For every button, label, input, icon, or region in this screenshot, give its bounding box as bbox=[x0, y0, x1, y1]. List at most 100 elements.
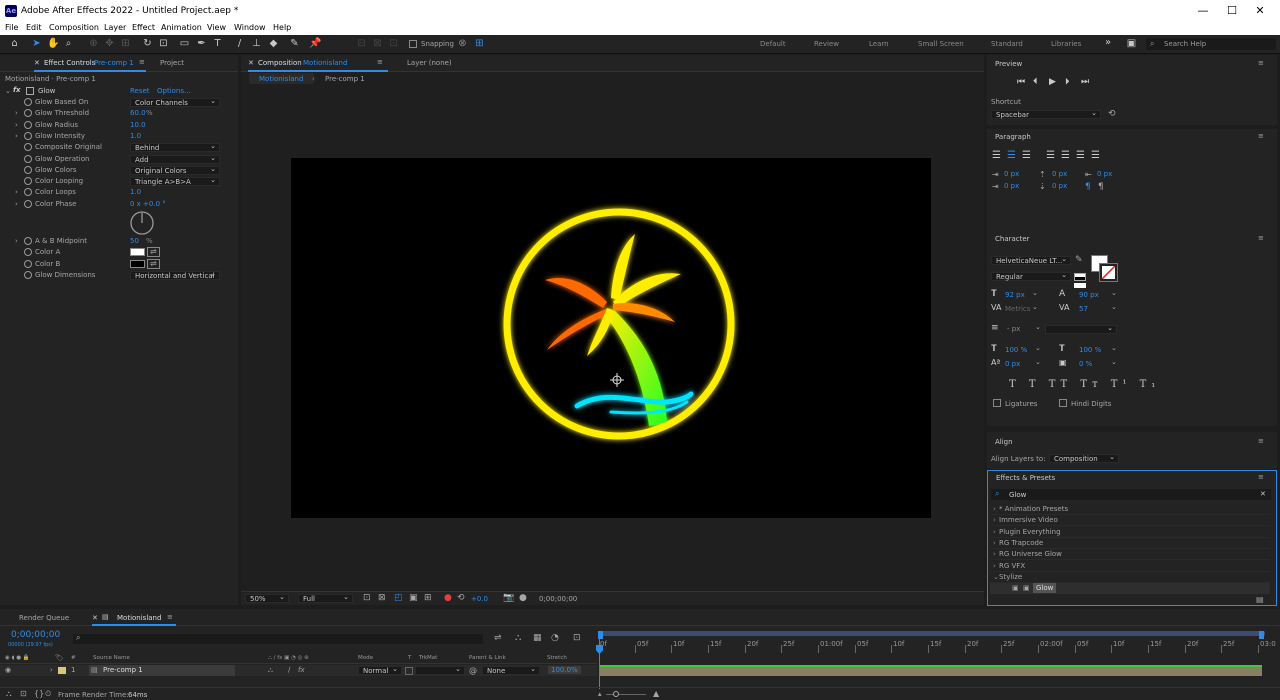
no-fill-icon[interactable] bbox=[1074, 283, 1086, 288]
pan-behind-tool-icon[interactable]: ⊡ bbox=[158, 38, 169, 49]
paragraph-menu-icon[interactable]: ≡ bbox=[1258, 132, 1264, 140]
font-style-dropdown[interactable]: Regular bbox=[991, 271, 1071, 281]
work-area-bar[interactable] bbox=[598, 631, 1265, 636]
tab-effect-controls-target[interactable]: Pre-comp 1 bbox=[94, 59, 134, 67]
tracking-chevron-icon[interactable]: ⌄ bbox=[1111, 303, 1117, 311]
first-frame-icon[interactable]: ⏮ bbox=[1017, 77, 1025, 87]
menu-view[interactable]: View bbox=[207, 23, 226, 32]
pick-whip-icon[interactable]: @ bbox=[469, 666, 477, 675]
character-menu-icon[interactable]: ≡ bbox=[1258, 234, 1264, 242]
timeline-zoom-slider[interactable] bbox=[606, 694, 646, 695]
time-ruler[interactable]: 0f 05f 10f 15f 20f 25f 01:00f 05f 10f 15f 20f 25f 02… bbox=[598, 637, 1276, 654]
color-swatch[interactable] bbox=[130, 248, 145, 257]
options-link[interactable]: Options... bbox=[157, 87, 191, 95]
horizontal-scale-value[interactable]: 100 % bbox=[1079, 346, 1101, 354]
effects-tree-item[interactable]: › Plugin Everything bbox=[990, 527, 1270, 538]
expand-chevron-icon[interactable]: › bbox=[15, 121, 18, 129]
expand-chevron-icon[interactable]: › bbox=[15, 188, 18, 196]
tree-chevron-icon[interactable]: › bbox=[993, 516, 996, 524]
close-timeline-tab-icon[interactable]: ✕ bbox=[92, 614, 98, 622]
help-search-box[interactable]: ⌕ Search Help bbox=[1146, 38, 1276, 50]
snapping-checkbox[interactable] bbox=[409, 40, 417, 48]
stopwatch-icon[interactable] bbox=[24, 131, 32, 140]
composition-canvas[interactable] bbox=[291, 158, 931, 518]
comp-panel-menu-icon[interactable]: ≡ bbox=[377, 58, 383, 66]
home-icon[interactable]: ⌂ bbox=[9, 38, 20, 49]
menu-help[interactable]: Help bbox=[273, 23, 291, 32]
close-comp-tab-icon[interactable]: ✕ bbox=[248, 59, 254, 67]
workspace-standard[interactable]: Standard bbox=[991, 40, 1023, 48]
layer-expand-chevron-icon[interactable]: › bbox=[50, 666, 53, 674]
channel-rgb-icon[interactable]: ● bbox=[444, 593, 452, 603]
shy-layers-icon[interactable]: ⛬ bbox=[515, 633, 521, 643]
leading-value[interactable]: 90 px bbox=[1079, 291, 1099, 299]
tab-effect-controls[interactable]: Effect Controls bbox=[44, 59, 95, 67]
property-dropdown[interactable]: Original Colors bbox=[130, 165, 220, 175]
tsume-chevron-icon[interactable]: ⌄ bbox=[1111, 358, 1117, 366]
comp-flowchart-icon[interactable]: ⇌ bbox=[494, 633, 502, 643]
roto-brush-tool-icon[interactable]: ✎ bbox=[289, 38, 300, 49]
resolution-dropdown[interactable]: Full bbox=[298, 593, 353, 603]
property-dropdown[interactable]: Behind bbox=[130, 142, 220, 153]
font-size-value[interactable]: 92 px bbox=[1005, 291, 1025, 299]
props-row[interactable]: › Glow Intensity 1.0 bbox=[0, 131, 238, 142]
menu-layer[interactable]: Layer bbox=[104, 23, 126, 32]
property-dropdown[interactable]: Add bbox=[130, 154, 220, 164]
property-value[interactable]: 10.0 bbox=[130, 121, 146, 129]
snap-to-features-icon[interactable]: ⊞ bbox=[474, 38, 485, 49]
expand-chevron-icon[interactable]: › bbox=[15, 109, 18, 117]
font-family-dropdown[interactable]: HelveticaNeue LT... bbox=[991, 255, 1071, 265]
comp-timecode[interactable]: 0;00;00;00 bbox=[539, 595, 577, 603]
fx-icon[interactable]: fx bbox=[13, 86, 21, 94]
maximize-button[interactable]: ☐ bbox=[1225, 4, 1239, 17]
stopwatch-icon[interactable] bbox=[24, 248, 32, 257]
property-value[interactable]: 1.0 bbox=[130, 188, 141, 196]
expand-chevron-icon[interactable]: › bbox=[15, 237, 18, 245]
source-name-header[interactable]: Source Name bbox=[93, 655, 130, 661]
expand-chevron-icon[interactable]: › bbox=[15, 200, 18, 208]
property-value[interactable]: 50 bbox=[130, 237, 139, 245]
color-swatch[interactable] bbox=[130, 259, 145, 268]
av-switch-header-icon[interactable]: ◉ ◖ ● 🔒 bbox=[5, 655, 30, 661]
pen-tool-icon[interactable]: ✒ bbox=[196, 38, 207, 49]
reset-exposure-icon[interactable]: ⟲ bbox=[457, 593, 465, 603]
shy-switch-icon[interactable]: ⛬ bbox=[268, 666, 273, 675]
props2-row[interactable]: Color B ⇌ bbox=[0, 258, 238, 270]
indent-right-value[interactable]: 0 px bbox=[1097, 170, 1112, 178]
timeline-zoom-handle[interactable] bbox=[613, 691, 619, 697]
stopwatch-icon[interactable] bbox=[24, 237, 32, 245]
tab-project[interactable]: Project bbox=[160, 59, 184, 67]
tree-chevron-icon[interactable]: › bbox=[993, 539, 996, 547]
workspace-review[interactable]: Review bbox=[814, 40, 839, 48]
props-row[interactable]: Composite Original Behind bbox=[0, 142, 238, 153]
transparency-grid-icon[interactable]: ⊠ bbox=[378, 593, 386, 603]
color-eyedropper-icon[interactable]: ⇌ bbox=[147, 247, 160, 258]
snap-to-edges-icon[interactable]: ⊗ bbox=[457, 38, 468, 49]
layer-label-color[interactable] bbox=[58, 667, 66, 674]
tracking-value[interactable]: 57 bbox=[1079, 305, 1088, 313]
last-frame-icon[interactable]: ⏭ bbox=[1081, 77, 1089, 87]
tab-layer[interactable]: Layer (none) bbox=[407, 59, 452, 67]
graph-editor-icon[interactable]: ⊡ bbox=[573, 633, 581, 643]
previous-frame-icon[interactable]: ⏴ bbox=[1033, 77, 1038, 87]
tree-chevron-icon[interactable]: › bbox=[993, 528, 996, 536]
effects-presets-menu-icon[interactable]: ≡ bbox=[1258, 473, 1264, 481]
comp-breadcrumb-precomp[interactable]: Pre-comp 1 bbox=[325, 75, 365, 83]
effects-search-input[interactable]: Glow bbox=[1009, 491, 1026, 499]
type-tool-icon[interactable]: T bbox=[212, 38, 223, 49]
zoom-in-icon[interactable]: ▲ bbox=[653, 689, 659, 698]
panel-menu-icon[interactable]: ≡ bbox=[139, 58, 145, 66]
workspace-learn[interactable]: Learn bbox=[869, 40, 889, 48]
stretch-value[interactable]: 100.0% bbox=[548, 666, 581, 674]
stopwatch-icon[interactable] bbox=[24, 143, 32, 152]
zoom-out-icon[interactable]: ▴ bbox=[598, 690, 602, 698]
toggle-in-out-icon[interactable]: {} bbox=[34, 689, 44, 698]
vertical-scale-chevron-icon[interactable]: ⌄ bbox=[1035, 344, 1041, 352]
close-tab-icon[interactable]: ✕ bbox=[34, 59, 40, 67]
stroke-style-dropdown[interactable] bbox=[1045, 324, 1117, 334]
trkmat-dropdown[interactable] bbox=[415, 665, 465, 675]
props2-row[interactable]: Color A ⇌ bbox=[0, 247, 238, 258]
stopwatch-icon[interactable] bbox=[24, 188, 32, 197]
rotation-tool-icon[interactable]: ↻ bbox=[142, 38, 153, 49]
reset-link[interactable]: Reset bbox=[130, 87, 150, 95]
